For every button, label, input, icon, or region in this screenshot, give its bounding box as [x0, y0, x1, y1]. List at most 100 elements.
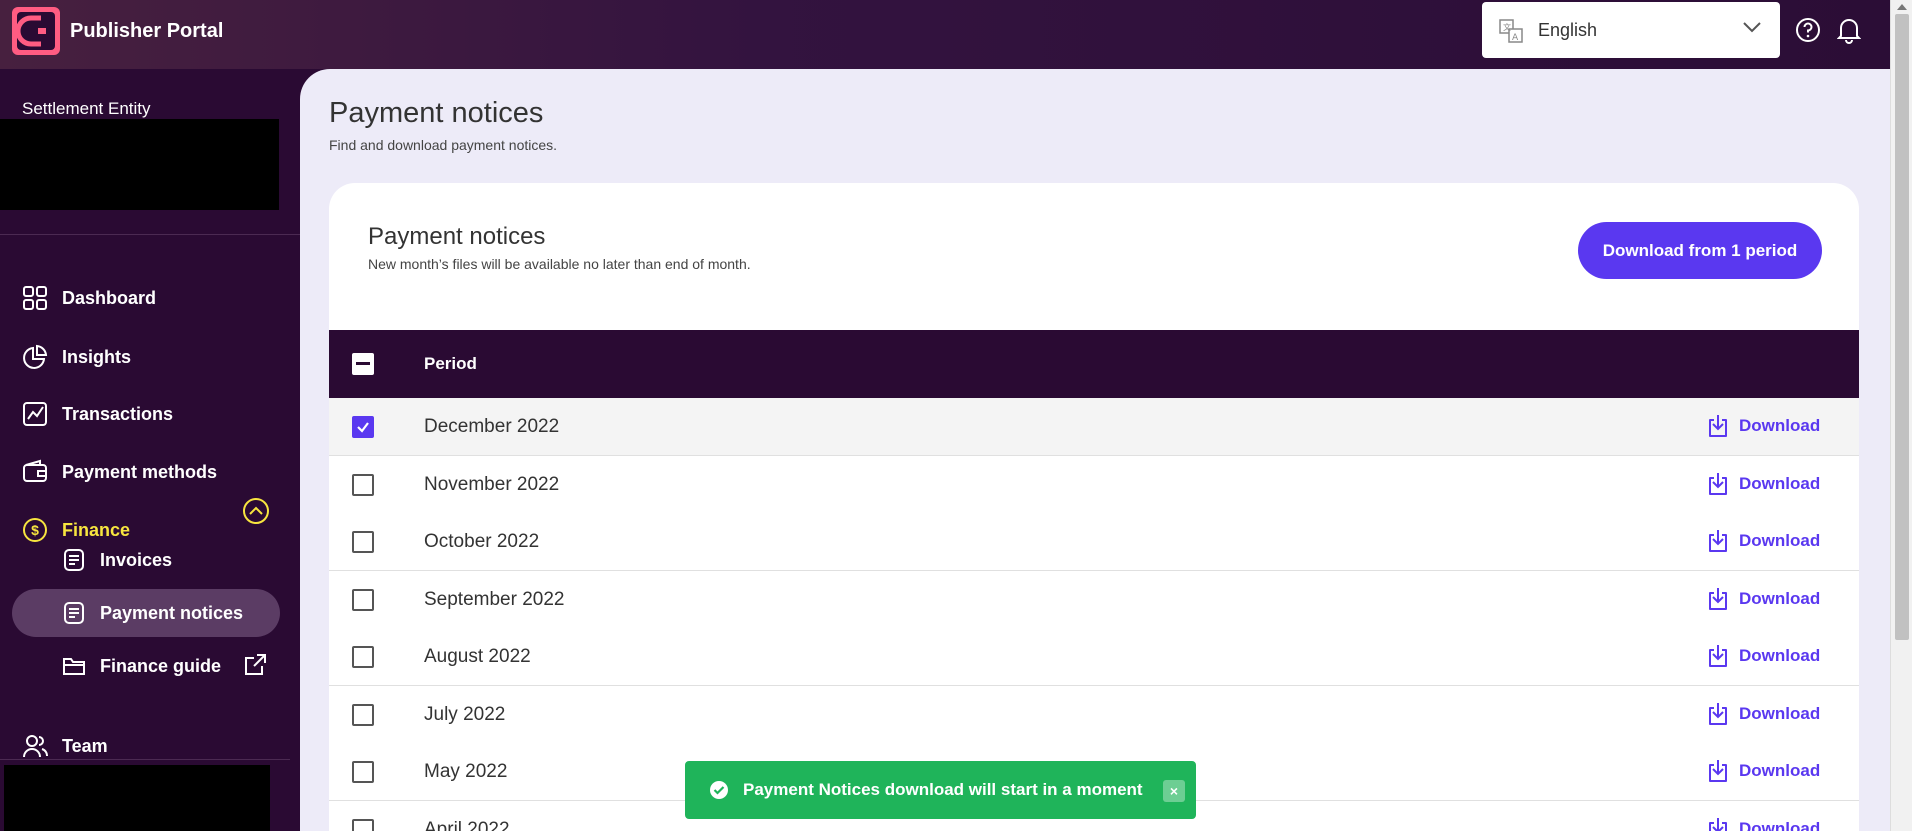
row-download-link[interactable]: Download [1705, 758, 1820, 784]
folder-icon [63, 658, 85, 675]
table-row[interactable]: August 2022 Download [329, 628, 1859, 686]
logo-icon [17, 12, 55, 50]
sidebar-item-label: Team [62, 735, 108, 756]
translate-icon: 文 A [1499, 19, 1523, 43]
page-title: Payment notices [329, 97, 544, 129]
row-checkbox[interactable] [352, 588, 374, 611]
checkmark-icon [357, 422, 369, 433]
svg-text:A: A [1512, 33, 1519, 43]
wallet-icon [23, 459, 47, 482]
table-row[interactable]: December 2022 Download [329, 398, 1859, 456]
row-download-link[interactable]: Download [1705, 413, 1820, 439]
period-name: October 2022 [424, 531, 540, 552]
chevron-down-icon [1743, 22, 1761, 33]
download-label: Download [1739, 818, 1821, 831]
trend-icon [23, 402, 47, 426]
scroll-thumb[interactable] [1895, 14, 1909, 640]
sidebar-subitem-label: Invoices [100, 549, 173, 570]
redacted-user-block [4, 765, 270, 831]
card-title: Payment notices [368, 223, 546, 250]
period-name: December 2022 [424, 416, 560, 437]
sidebar: Settlement Entity Dashboard Insights Tra… [0, 69, 300, 831]
app-logo[interactable] [12, 7, 60, 55]
row-download-link[interactable]: Download [1705, 471, 1820, 497]
table-row[interactable]: November 2022 Download [329, 455, 1859, 514]
sidebar-subitem-label: Payment notices [100, 602, 244, 623]
row-checkbox[interactable] [352, 761, 374, 783]
page-scrollbar[interactable] [1890, 0, 1912, 831]
row-download-link[interactable]: Download [1705, 816, 1820, 831]
sidebar-item-payment-methods[interactable]: Payment methods [20, 450, 217, 494]
check-circle-icon [710, 781, 728, 799]
main-content: Payment notices Find and download paymen… [300, 69, 1890, 831]
row-download-link[interactable]: Download [1705, 586, 1820, 612]
dashboard-icon [23, 286, 47, 310]
svg-text:文: 文 [1503, 22, 1511, 32]
scroll-up-arrow-icon[interactable] [1897, 4, 1907, 10]
sidebar-item-insights[interactable]: Insights [20, 335, 131, 379]
period-name: May 2022 [424, 761, 508, 782]
users-icon [23, 735, 48, 758]
language-value: English [1538, 20, 1598, 40]
sidebar-subitem-finance-guide[interactable]: Finance guide [12, 642, 280, 690]
row-checkbox[interactable] [352, 818, 374, 831]
sidebar-item-label: Insights [62, 346, 132, 367]
sidebar-subitem-payment-notices[interactable]: Payment notices [12, 589, 280, 637]
toast-close-button[interactable]: × [1163, 780, 1185, 802]
download-label: Download [1739, 588, 1821, 608]
period-name: November 2022 [424, 473, 560, 495]
page-subtitle: Find and download payment notices. [329, 137, 558, 153]
sidebar-item-team[interactable]: Team [20, 724, 108, 768]
download-icon [1709, 645, 1727, 667]
row-checkbox[interactable] [352, 416, 374, 438]
sidebar-subitem-label: Finance guide [100, 655, 222, 676]
toast-notification: Payment Notices download will start in a… [685, 761, 1196, 819]
download-label: Download [1739, 473, 1821, 493]
row-download-link[interactable]: Download [1705, 643, 1820, 669]
pie-chart-icon [23, 344, 48, 369]
download-from-period-button[interactable]: Download from 1 period [1578, 222, 1822, 279]
sidebar-item-transactions[interactable]: Transactions [20, 392, 173, 436]
bell-icon[interactable] [1837, 16, 1861, 44]
row-checkbox[interactable] [352, 646, 374, 668]
sidebar-item-label: Payment methods [62, 461, 218, 482]
sidebar-divider [0, 759, 290, 760]
download-icon [1709, 415, 1727, 437]
card-subtitle: New month’s files will be available no l… [368, 256, 751, 272]
table-row[interactable]: July 2022 Download [329, 685, 1859, 744]
select-all-checkbox[interactable] [352, 353, 374, 375]
row-checkbox[interactable] [352, 473, 374, 496]
sidebar-divider [0, 234, 300, 235]
sidebar-item-label: Transactions [62, 403, 174, 424]
column-header-period[interactable]: Period [424, 354, 477, 374]
sidebar-item-dashboard[interactable]: Dashboard [20, 276, 156, 320]
row-checkbox[interactable] [352, 531, 374, 553]
download-label: Download [1739, 761, 1821, 780]
sidebar-item-label: Dashboard [62, 287, 157, 308]
row-checkbox[interactable] [352, 703, 374, 726]
table-row[interactable]: October 2022 Download [329, 513, 1859, 571]
download-label: Download [1739, 416, 1821, 435]
document-icon [64, 549, 84, 571]
language-select[interactable]: 文 A English [1482, 2, 1780, 58]
settlement-entity-label: Settlement Entity [22, 99, 151, 118]
download-icon [1709, 587, 1727, 610]
document-icon [64, 602, 84, 624]
chevron-up-icon[interactable] [242, 497, 270, 525]
download-label: Download [1739, 703, 1821, 723]
table-header: Period [329, 330, 1859, 398]
period-name: August 2022 [424, 646, 531, 667]
download-label: Download [1739, 531, 1821, 550]
external-link-icon[interactable] [242, 652, 268, 678]
table-row[interactable]: September 2022 Download [329, 570, 1859, 629]
sidebar-subitem-invoices[interactable]: Invoices [12, 536, 280, 584]
row-download-link[interactable]: Download [1705, 701, 1820, 727]
download-label: Download [1739, 646, 1821, 665]
download-icon [1709, 472, 1727, 495]
indeterminate-dash-icon [356, 362, 370, 365]
row-download-link[interactable]: Download [1705, 528, 1820, 554]
download-icon [1709, 530, 1727, 552]
download-icon [1709, 702, 1727, 725]
top-bar: Publisher Portal 文 A English [0, 0, 1890, 69]
help-icon[interactable] [1795, 17, 1821, 43]
